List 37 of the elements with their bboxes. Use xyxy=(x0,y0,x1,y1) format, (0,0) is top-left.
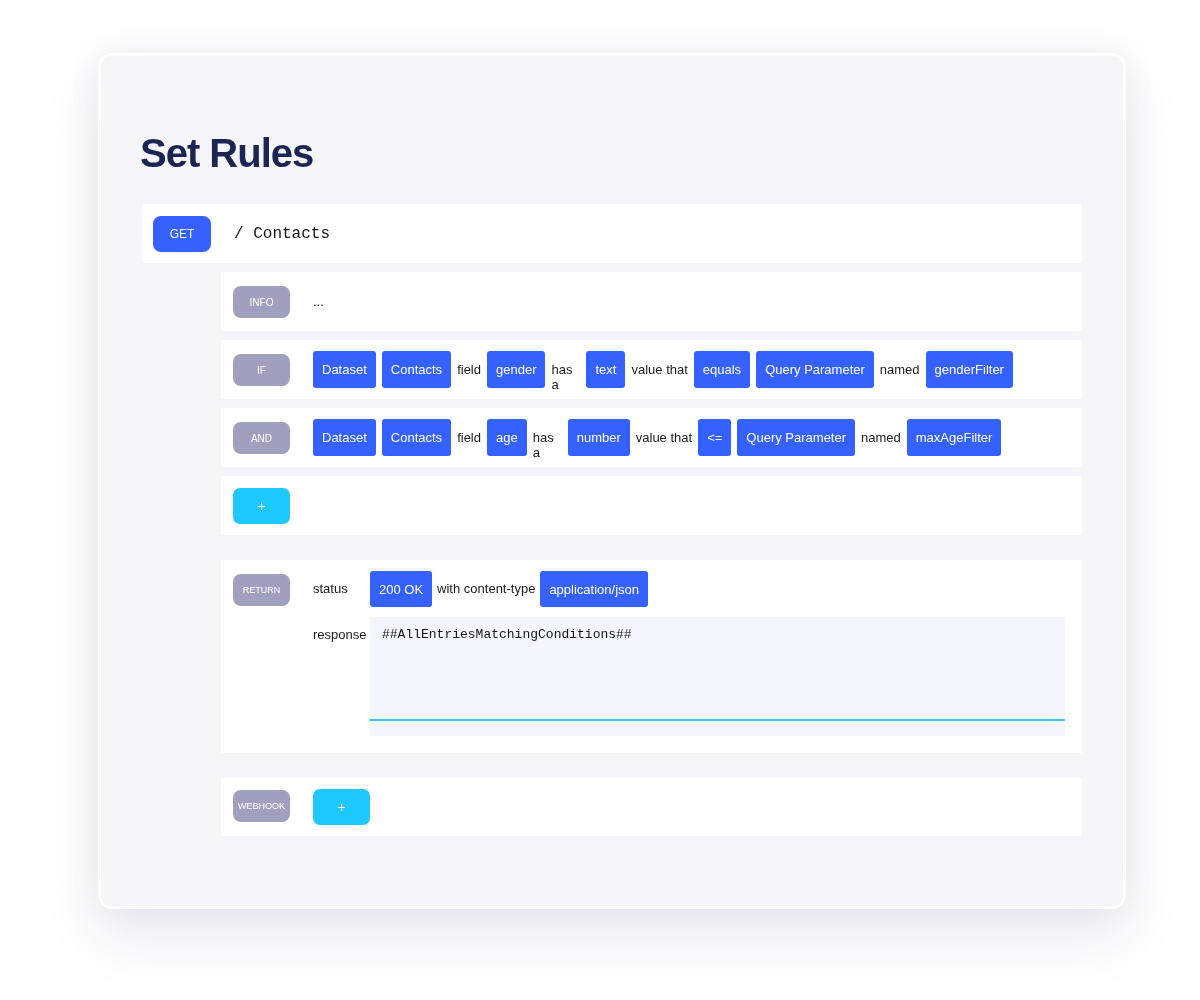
response-label: response xyxy=(313,626,368,642)
condition-chip[interactable]: Query Parameter xyxy=(756,351,874,388)
method-button[interactable]: GET xyxy=(153,215,211,252)
condition-chip[interactable]: genderFilter xyxy=(925,351,1013,388)
response-field[interactable]: ##AllEntriesMatchingConditions## xyxy=(370,617,1065,736)
content-type-label: with content-type xyxy=(437,580,536,596)
condition-chip[interactable]: Query Parameter xyxy=(737,419,856,456)
endpoint-path: / Contacts xyxy=(234,224,330,243)
condition-chip[interactable]: Contacts xyxy=(381,351,452,388)
rule-tag: AND xyxy=(233,422,290,454)
condition-text: named xyxy=(861,429,901,445)
condition-chip[interactable]: maxAgeFilter xyxy=(906,419,1002,456)
condition-chip[interactable]: Dataset xyxy=(313,351,376,388)
condition-text: has a xyxy=(551,361,574,392)
condition-chip[interactable]: number xyxy=(567,419,630,456)
condition-chip[interactable]: age xyxy=(487,419,527,456)
condition-chip[interactable]: equals xyxy=(693,351,751,388)
rule-tag: RETURN xyxy=(233,574,290,606)
condition-text: ... xyxy=(313,293,324,309)
rule-tag: IF xyxy=(233,354,290,386)
status-label: status xyxy=(313,580,349,596)
condition-text: value that xyxy=(631,361,688,377)
content-type-chip[interactable]: application/json xyxy=(540,571,648,607)
condition-text: value that xyxy=(635,429,693,445)
condition-chip[interactable]: Dataset xyxy=(313,419,376,456)
condition-chip[interactable]: gender xyxy=(487,351,546,388)
condition-chip[interactable]: <= xyxy=(698,419,732,456)
rule-tag: WEBHOOK xyxy=(233,790,290,822)
condition-text: field xyxy=(457,429,481,445)
status-chip[interactable]: 200 OK xyxy=(370,571,433,607)
condition-text: field xyxy=(457,361,481,377)
condition-text: named xyxy=(879,361,920,377)
condition-chip[interactable]: text xyxy=(586,351,626,388)
page-title: Set Rules xyxy=(140,130,315,177)
rule-tag: INFO xyxy=(233,286,290,318)
condition-chip[interactable]: Contacts xyxy=(381,419,452,456)
condition-text: has a xyxy=(532,429,555,460)
